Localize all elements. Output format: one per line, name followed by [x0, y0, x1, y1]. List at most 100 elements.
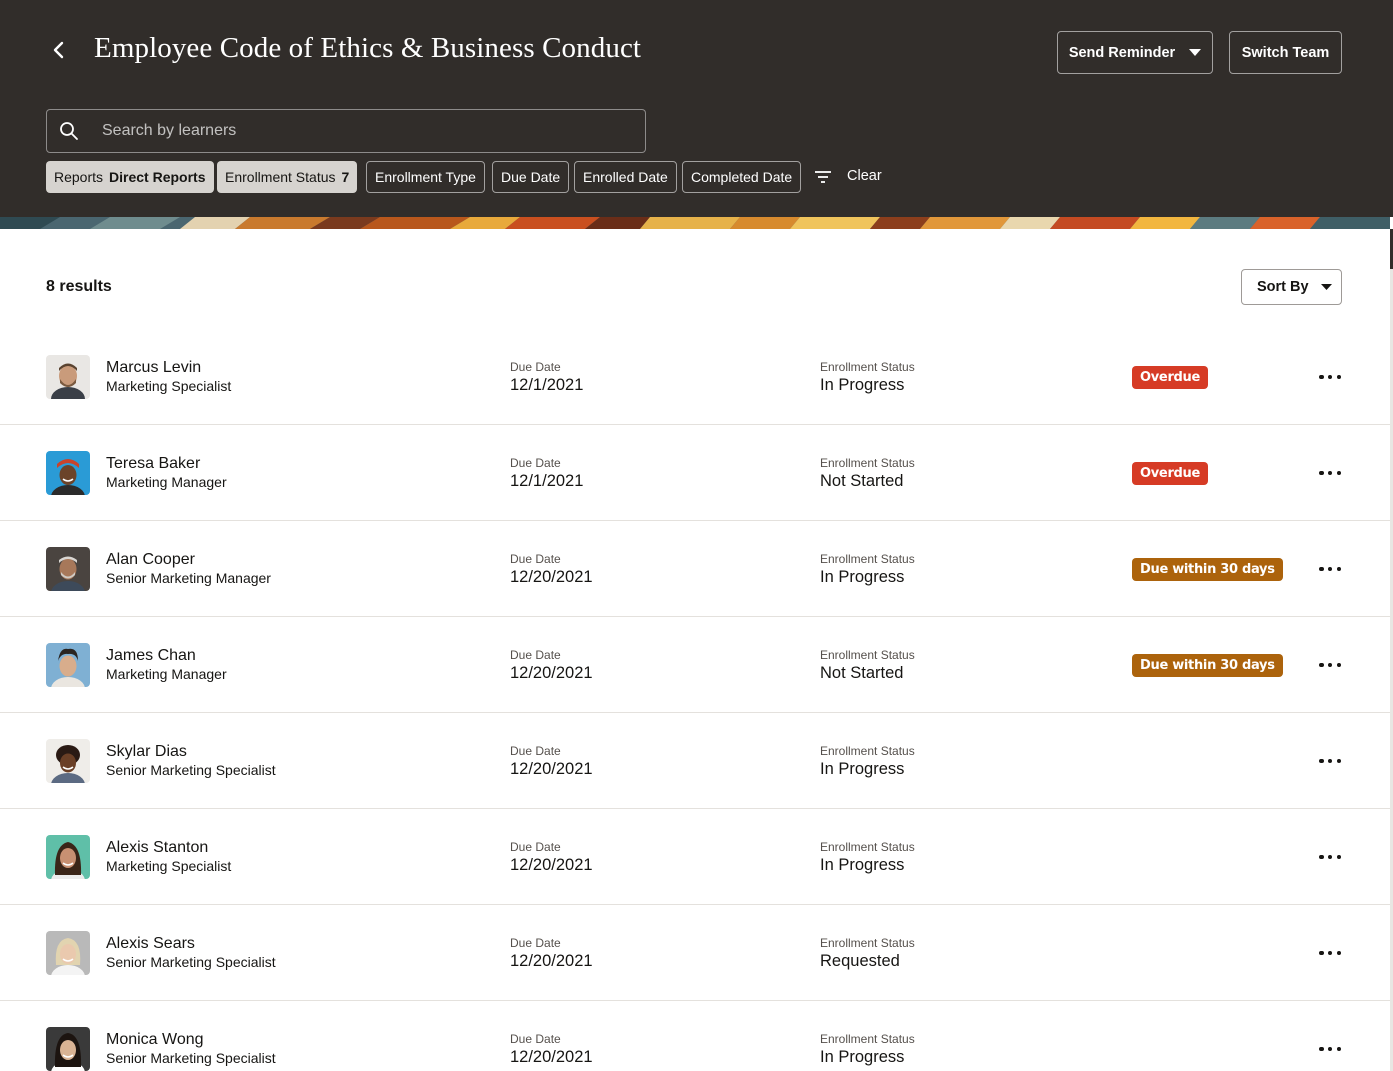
learner-role: Senior Marketing Specialist [106, 954, 276, 970]
clear-filters-link[interactable]: Clear [847, 168, 882, 184]
more-actions-button[interactable] [1316, 749, 1344, 773]
overdue-badge: Overdue [1132, 462, 1209, 485]
results-count: 8 results [46, 278, 112, 295]
due-date-label: Due Date [510, 360, 561, 374]
learner-row[interactable]: Alexis Stanton Marketing Specialist Due … [0, 809, 1390, 905]
filter-chip-enrolled-date[interactable]: Enrolled Date [574, 161, 677, 193]
learner-role: Senior Marketing Specialist [106, 1050, 276, 1066]
enrollment-status-value: In Progress [820, 760, 905, 778]
more-icon [1319, 470, 1324, 476]
more-actions-button[interactable] [1316, 845, 1344, 869]
send-reminder-label: Send Reminder [1068, 44, 1176, 61]
enrollment-status-value: In Progress [820, 856, 905, 874]
page-header: Employee Code of Ethics & Business Condu… [0, 0, 1393, 217]
avatar[interactable] [46, 643, 90, 687]
filter-chip-due-date[interactable]: Due Date [492, 161, 570, 193]
enrollment-status-label: Enrollment Status [820, 648, 915, 662]
learner-name[interactable]: Monica Wong [106, 1031, 204, 1049]
learner-role: Marketing Manager [106, 474, 227, 490]
due-date-value: 12/20/2021 [510, 856, 593, 874]
avatar[interactable] [46, 931, 90, 975]
filter-chip-completed-date[interactable]: Completed Date [682, 161, 802, 193]
caret-down-icon [1320, 284, 1332, 290]
due-date-value: 12/1/2021 [510, 472, 584, 490]
due-date-value: 12/20/2021 [510, 1048, 593, 1066]
learner-role: Senior Marketing Manager [106, 570, 271, 586]
enrollment-status-label: Enrollment Status [820, 744, 915, 758]
filter-chip-label: Reports [54, 169, 104, 185]
filter-chip-enrollment-type[interactable]: Enrollment Type [366, 161, 485, 193]
more-icon [1319, 566, 1324, 572]
more-actions-button[interactable] [1316, 365, 1344, 389]
enrollment-status-value: Not Started [820, 664, 904, 682]
learner-name[interactable]: Alan Cooper [106, 551, 195, 569]
learner-row[interactable]: Skylar Dias Senior Marketing Specialist … [0, 713, 1390, 809]
more-actions-button[interactable] [1316, 941, 1344, 965]
due-date-label: Due Date [510, 840, 561, 854]
back-button[interactable] [44, 34, 74, 66]
overdue-badge: Overdue [1132, 366, 1209, 389]
send-reminder-button[interactable]: Send Reminder [1057, 31, 1213, 74]
filter-chip-enrollment-status[interactable]: Enrollment Status 7 [217, 161, 358, 193]
learner-role: Marketing Manager [106, 666, 227, 682]
enrollment-status-label: Enrollment Status [820, 552, 915, 566]
filter-chip-label: Enrollment Status [225, 169, 336, 185]
learner-role: Marketing Specialist [106, 858, 232, 874]
chevron-left-icon [53, 41, 64, 59]
learner-row[interactable]: James Chan Marketing Manager Due Date 12… [0, 617, 1390, 713]
avatar[interactable] [46, 835, 90, 879]
enrollment-status-label: Enrollment Status [820, 360, 915, 374]
avatar[interactable] [46, 451, 90, 495]
learner-name[interactable]: Skylar Dias [106, 743, 187, 761]
avatar[interactable] [46, 1027, 90, 1071]
more-icon [1319, 758, 1324, 764]
more-actions-button[interactable] [1316, 1037, 1344, 1061]
due-date-label: Due Date [510, 936, 561, 950]
avatar[interactable] [46, 547, 90, 591]
due-date-value: 12/20/2021 [510, 568, 593, 586]
filter-icon[interactable] [812, 166, 834, 188]
enrollment-status-label: Enrollment Status [820, 936, 915, 950]
more-icon [1319, 662, 1324, 668]
enrollment-status-label: Enrollment Status [820, 840, 915, 854]
learner-name[interactable]: Alexis Sears [106, 935, 195, 953]
learner-row[interactable]: Monica Wong Senior Marketing Specialist … [0, 1001, 1390, 1071]
enrollment-status-value: Requested [820, 952, 900, 970]
filter-chip-count: 7 [341, 169, 350, 185]
more-actions-button[interactable] [1316, 557, 1344, 581]
more-icon [1319, 950, 1324, 956]
due-date-label: Due Date [510, 1032, 561, 1046]
decorative-banner [0, 217, 1390, 229]
more-actions-button[interactable] [1316, 461, 1344, 485]
learner-role: Senior Marketing Specialist [106, 762, 276, 778]
learner-name[interactable]: Marcus Levin [106, 359, 201, 377]
due-date-value: 12/20/2021 [510, 952, 593, 970]
avatar[interactable] [46, 739, 90, 783]
caret-down-icon [1189, 49, 1202, 56]
enrollment-status-label: Enrollment Status [820, 456, 915, 470]
learner-row[interactable]: Alan Cooper Senior Marketing Manager Due… [0, 521, 1390, 617]
sort-by-label: Sort By [1257, 279, 1309, 295]
learner-name[interactable]: Alexis Stanton [106, 839, 208, 857]
learner-list: Marcus Levin Marketing Specialist Due Da… [0, 329, 1390, 1071]
due-date-label: Due Date [510, 648, 561, 662]
more-actions-button[interactable] [1316, 653, 1344, 677]
due-date-label: Due Date [510, 744, 561, 758]
due-date-value: 12/1/2021 [510, 376, 584, 394]
more-icon [1319, 374, 1324, 380]
due-soon-badge: Due within 30 days [1132, 654, 1283, 677]
enrollment-status-value: Not Started [820, 472, 904, 490]
learner-row[interactable]: Marcus Levin Marketing Specialist Due Da… [0, 329, 1390, 425]
learner-name[interactable]: Teresa Baker [106, 455, 200, 473]
learner-row[interactable]: Teresa Baker Marketing Manager Due Date … [0, 425, 1390, 521]
filter-chip-reports[interactable]: Reports Direct Reports [46, 161, 214, 193]
enrollment-status-value: In Progress [820, 376, 905, 394]
search-field[interactable] [46, 109, 646, 153]
enrollment-status-value: In Progress [820, 568, 905, 586]
sort-by-button[interactable]: Sort By [1241, 269, 1342, 305]
avatar[interactable] [46, 355, 90, 399]
search-input[interactable] [102, 110, 642, 152]
learner-row[interactable]: Alexis Sears Senior Marketing Specialist… [0, 905, 1390, 1001]
learner-name[interactable]: James Chan [106, 647, 196, 665]
switch-team-button[interactable]: Switch Team [1229, 31, 1342, 74]
